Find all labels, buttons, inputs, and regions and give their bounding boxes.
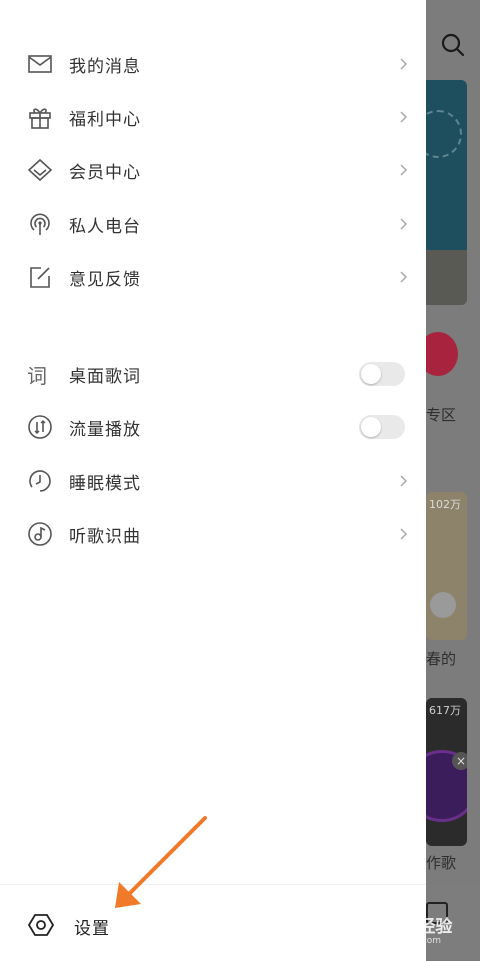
settings-icon	[28, 914, 54, 936]
menu-item-vip[interactable]: 会员中心	[0, 143, 426, 196]
watermark-text: Bai du 经验	[352, 917, 453, 937]
menu-item-label: 流量播放	[69, 420, 141, 440]
data-flow-icon	[28, 415, 52, 439]
search-icon[interactable]	[440, 32, 466, 58]
menu-item-data-playback[interactable]: 流量播放	[0, 400, 426, 453]
playlist-card[interactable]: 617万 ×	[426, 698, 467, 846]
menu-item-sleep-mode[interactable]: 睡眠模式	[0, 454, 426, 507]
menu-item-desktop-lyrics[interactable]: 词 桌面歌词	[0, 347, 426, 400]
menu-item-welfare[interactable]: 福利中心	[0, 90, 426, 143]
settings-label: 设置	[74, 919, 110, 939]
lyrics-icon: 词	[27, 364, 47, 388]
menu-item-label: 我的消息	[69, 57, 141, 77]
feedback-icon	[30, 267, 50, 288]
watermark-subtext: jingyan.baidu.com	[358, 936, 442, 946]
chevron-right-icon	[400, 218, 408, 230]
menu-item-label: 听歌识曲	[69, 527, 141, 547]
chevron-right-icon	[400, 164, 408, 176]
mail-icon	[28, 55, 52, 73]
menu-item-label: 意见反馈	[69, 270, 141, 290]
chevron-right-icon	[400, 528, 408, 540]
gift-icon	[29, 108, 51, 129]
menu-item-label: 私人电台	[69, 217, 141, 237]
chevron-right-icon	[400, 58, 408, 70]
music-recognize-icon	[28, 522, 52, 546]
background-app: 专区 102万 春的 617万 × 作歌	[426, 0, 480, 960]
side-drawer: 我的消息 福利中心 会员中心 私人电台 意见反馈 词 桌面歌词 流量播放 睡眠模…	[0, 0, 426, 961]
menu-item-radio[interactable]: 私人电台	[0, 197, 426, 250]
radio-icon	[30, 213, 50, 235]
menu-item-label: 福利中心	[69, 110, 141, 130]
play-count: 617万	[429, 704, 461, 717]
chevron-right-icon	[400, 271, 408, 283]
menu-item-label: 桌面歌词	[69, 367, 141, 387]
chevron-right-icon	[400, 111, 408, 123]
toggle-knob	[361, 364, 381, 384]
toggle-knob	[361, 417, 381, 437]
diamond-icon	[27, 158, 53, 182]
menu-item-music-recognition[interactable]: 听歌识曲	[0, 507, 426, 560]
menu-item-feedback[interactable]: 意见反馈	[0, 250, 426, 303]
playlist-title: 春的	[426, 650, 457, 668]
desktop-lyrics-toggle[interactable]	[359, 362, 405, 386]
menu-item-messages[interactable]: 我的消息	[0, 37, 426, 90]
play-icon	[430, 592, 456, 618]
banner-image[interactable]	[426, 80, 467, 305]
playlist-title: 作歌	[426, 854, 457, 872]
menu-item-label: 会员中心	[69, 163, 141, 183]
watermark: Bai du 经验 jingyan.baidu.com	[352, 912, 480, 960]
close-icon[interactable]: ×	[452, 752, 467, 770]
playlist-card[interactable]: 102万	[426, 492, 467, 640]
menu-item-label: 睡眠模式	[69, 474, 141, 494]
data-playback-toggle[interactable]	[359, 415, 405, 439]
chevron-right-icon	[400, 475, 408, 487]
play-count: 102万	[429, 498, 461, 511]
zone-icon[interactable]	[426, 332, 458, 376]
zone-label: 专区	[426, 406, 457, 424]
clock-icon	[29, 470, 51, 492]
